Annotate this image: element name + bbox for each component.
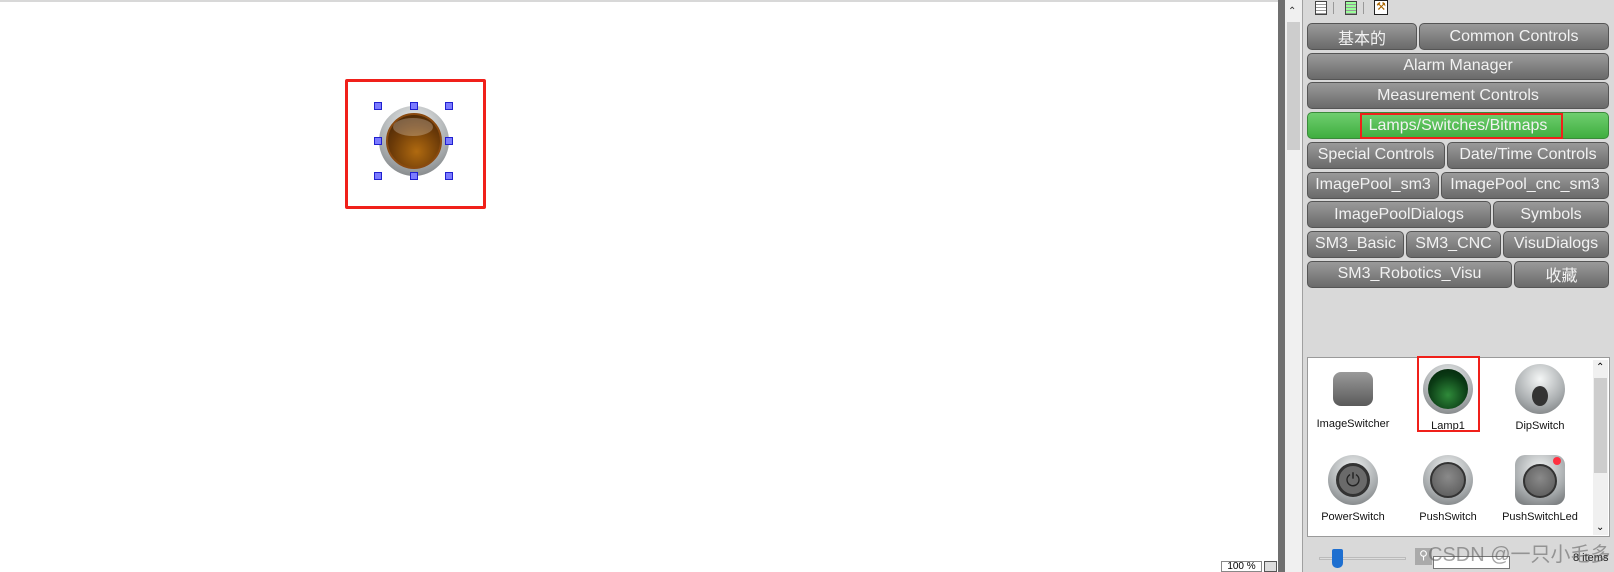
resize-handle[interactable]: [374, 137, 382, 145]
category-button[interactable]: Special Controls: [1307, 141, 1445, 169]
toolbox-item-pushswitch[interactable]: PushSwitch: [1403, 455, 1493, 523]
item-label: DipSwitch: [1515, 420, 1565, 432]
watermark: CSDN @一只小毛多: [1428, 544, 1611, 566]
category-button[interactable]: Alarm Manager: [1307, 52, 1609, 80]
toolbox-item-imageswitcher[interactable]: ImageSwitcher: [1308, 364, 1398, 430]
category-button[interactable]: ImagePool_sm3: [1307, 171, 1439, 199]
push-button-icon: [1423, 455, 1473, 505]
category-button[interactable]: ImagePool_cnc_sm3: [1441, 171, 1609, 199]
panel-splitter[interactable]: [1278, 0, 1285, 572]
toolbox-item-powerswitch[interactable]: ⏻ PowerSwitch: [1308, 455, 1398, 523]
hammer-tool-icon[interactable]: ⚒: [1374, 0, 1388, 15]
toggle-switch-icon: [1515, 364, 1565, 414]
category-button[interactable]: 收藏: [1514, 260, 1609, 288]
category-button[interactable]: 基本的: [1307, 23, 1417, 50]
push-button-led-icon: [1515, 455, 1565, 505]
category-button[interactable]: SM3_Robotics_Visu: [1307, 260, 1512, 288]
list-view-icon[interactable]: [1315, 1, 1327, 15]
scroll-up-icon[interactable]: ⌃: [1288, 6, 1296, 17]
lamp-element[interactable]: [379, 106, 449, 176]
category-button[interactable]: VisuDialogs: [1503, 230, 1609, 258]
scrollbar-thumb[interactable]: [1287, 22, 1300, 150]
category-button[interactable]: Common Controls: [1419, 23, 1609, 50]
zoom-level-box[interactable]: 100 %: [1221, 561, 1262, 572]
item-label: ImageSwitcher: [1316, 418, 1390, 430]
item-highlight: [1417, 356, 1480, 432]
resize-handle[interactable]: [374, 102, 382, 110]
power-button-icon: ⏻: [1328, 455, 1378, 505]
item-label: PushSwitchLed: [1502, 511, 1578, 523]
resize-handle[interactable]: [410, 172, 418, 180]
category-button[interactable]: ImagePoolDialogs: [1307, 201, 1491, 229]
scroll-up-icon[interactable]: ⌃: [1596, 362, 1604, 373]
slider-thumb[interactable]: [1332, 549, 1343, 568]
resize-handle[interactable]: [410, 102, 418, 110]
resize-handle[interactable]: [445, 137, 453, 145]
camera-switch-icon: [1333, 372, 1373, 406]
toolbox-item-dipswitch[interactable]: DipSwitch: [1495, 364, 1585, 432]
category-highlight: [1360, 113, 1563, 139]
category-button[interactable]: SM3_Basic: [1307, 230, 1404, 258]
grid-view-icon[interactable]: [1345, 1, 1357, 15]
resize-handle[interactable]: [374, 172, 382, 180]
items-scrollbar-thumb[interactable]: [1594, 378, 1607, 473]
resize-handle[interactable]: [445, 172, 453, 180]
item-label: PowerSwitch: [1321, 511, 1385, 523]
toolbox-item-pushswitchled[interactable]: PushSwitchLed: [1495, 455, 1585, 523]
scroll-down-icon[interactable]: ⌄: [1596, 522, 1604, 533]
visualization-canvas[interactable]: [0, 0, 1278, 572]
category-button[interactable]: Measurement Controls: [1307, 82, 1609, 110]
category-button[interactable]: Date/Time Controls: [1447, 141, 1609, 169]
page-icon[interactable]: [1264, 561, 1277, 572]
resize-handle[interactable]: [445, 102, 453, 110]
item-label: PushSwitch: [1419, 511, 1477, 523]
category-button[interactable]: Symbols: [1493, 201, 1609, 229]
category-button[interactable]: SM3_CNC: [1406, 230, 1501, 258]
